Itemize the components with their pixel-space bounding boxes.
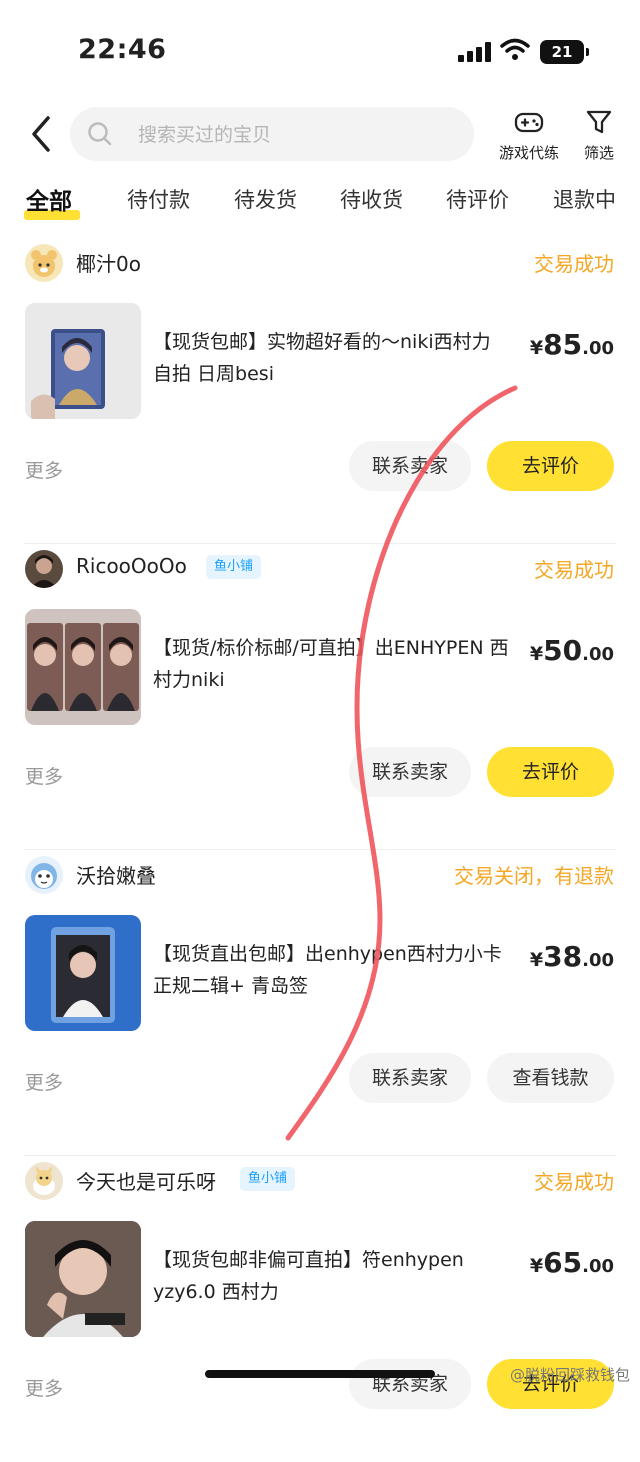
contact-seller-button[interactable]: 联系卖家 (349, 1359, 471, 1409)
avatar (25, 856, 63, 894)
more-link[interactable]: 更多 (25, 456, 63, 483)
seller-name[interactable]: 沃拾嫩叠 (76, 860, 156, 889)
search-input[interactable] (136, 107, 460, 163)
order-price: ¥38.00 (529, 940, 614, 973)
shop-badge: 鱼小铺 (240, 1167, 296, 1191)
search-icon (88, 122, 112, 146)
order-price: ¥85.00 (529, 328, 614, 361)
order-card[interactable]: 椰汁0o 交易成功 【现货包邮】实物超好看的～niki西村力 自拍 日周besi… (0, 238, 640, 544)
avatar (25, 244, 63, 282)
view-payment-button[interactable]: 查看钱款 (487, 1053, 614, 1103)
product-title[interactable]: 【现货包邮非偏可直拍】符enhypen yzy6.0 西村力 (153, 1244, 515, 1308)
seller-name[interactable]: 椰汁0o (76, 248, 141, 277)
product-title[interactable]: 【现货直出包邮】出enhypen西村力小卡正规二辑+ 青岛签 (153, 938, 515, 1002)
battery-icon: 21 (540, 40, 589, 64)
order-status: 交易关闭，有退款 (454, 864, 614, 888)
product-image[interactable] (25, 303, 141, 419)
order-status: 交易成功 (534, 1170, 614, 1194)
product-image[interactable] (25, 609, 141, 725)
contact-seller-button[interactable]: 联系卖家 (349, 1053, 471, 1103)
more-link[interactable]: 更多 (25, 1068, 63, 1095)
contact-seller-button[interactable]: 联系卖家 (349, 747, 471, 797)
review-button[interactable]: 去评价 (487, 441, 614, 491)
order-tabs: 全部 待付款 待发货 待收货 待评价 退款中 (0, 180, 640, 226)
watermark: @脱粉回踩救钱包 (509, 1366, 630, 1384)
tab-pending-shipment[interactable]: 待发货 (234, 184, 297, 214)
back-icon[interactable] (22, 112, 62, 156)
avatar (25, 1162, 63, 1200)
order-price: ¥65.00 (529, 1246, 614, 1279)
status-bar: 22:46 21 (0, 0, 640, 100)
search-header: 游戏代练 筛选 (0, 100, 640, 170)
order-card[interactable]: RicooOoOo 鱼小铺 交易成功 【现货/标价标邮/可直拍】出ENHYPEN… (0, 544, 640, 850)
avatar (25, 550, 63, 588)
order-card[interactable]: 今天也是可乐呀 鱼小铺 交易成功 【现货包邮非偏可直拍】符enhypen yzy… (0, 1156, 640, 1462)
filter-button[interactable]: 筛选 (559, 106, 639, 163)
more-link[interactable]: 更多 (25, 762, 63, 789)
product-image[interactable] (25, 1221, 141, 1337)
tab-refunding[interactable]: 退款中 (553, 184, 616, 214)
filter-icon (586, 110, 612, 134)
order-card[interactable]: 沃拾嫩叠 交易关闭，有退款 【现货直出包邮】出enhypen西村力小卡正规二辑+… (0, 850, 640, 1156)
tab-all[interactable]: 全部 (26, 182, 72, 216)
order-status: 交易成功 (534, 558, 614, 582)
tab-pending-review[interactable]: 待评价 (446, 184, 509, 214)
review-button[interactable]: 去评价 (487, 747, 614, 797)
gamepad-icon (514, 112, 544, 133)
shop-badge: 鱼小铺 (206, 555, 262, 579)
contact-seller-button[interactable]: 联系卖家 (349, 441, 471, 491)
search-box[interactable] (70, 107, 474, 163)
game-boost-button[interactable]: 游戏代练 (489, 106, 569, 163)
order-price: ¥50.00 (529, 634, 614, 667)
tab-pending-payment[interactable]: 待付款 (127, 184, 190, 214)
status-time: 22:46 (78, 34, 167, 65)
product-title[interactable]: 【现货/标价标邮/可直拍】出ENHYPEN 西村力niki (153, 632, 515, 696)
home-indicator (205, 1370, 435, 1378)
filter-label: 筛选 (583, 144, 614, 162)
product-title[interactable]: 【现货包邮】实物超好看的～niki西村力 自拍 日周besi (153, 326, 515, 390)
tab-pending-receipt[interactable]: 待收货 (340, 184, 403, 214)
order-status: 交易成功 (534, 252, 614, 276)
seller-name[interactable]: 今天也是可乐呀 (76, 1166, 216, 1195)
product-image[interactable] (25, 915, 141, 1031)
signal-icon (458, 42, 492, 62)
more-link[interactable]: 更多 (25, 1374, 63, 1401)
wifi-icon (500, 38, 530, 60)
seller-name[interactable]: RicooOoOo (76, 554, 187, 578)
game-boost-label: 游戏代练 (498, 144, 559, 162)
